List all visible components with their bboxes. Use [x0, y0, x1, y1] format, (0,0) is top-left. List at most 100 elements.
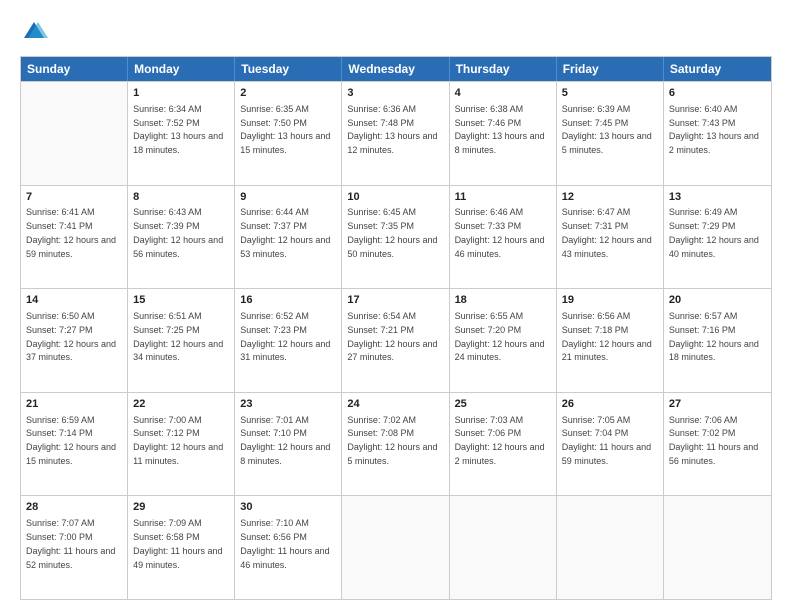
calendar-cell: 20 Sunrise: 6:57 AM Sunset: 7:16 PM Dayli…: [664, 289, 771, 392]
day-number: 2: [240, 86, 336, 101]
calendar-cell: [342, 496, 449, 599]
day-info: Sunrise: 6:57 AM Sunset: 7:16 PM Dayligh…: [669, 311, 759, 362]
day-info: Sunrise: 6:55 AM Sunset: 7:20 PM Dayligh…: [455, 311, 545, 362]
logo: [20, 18, 52, 46]
day-number: 9: [240, 190, 336, 205]
calendar-cell: 14 Sunrise: 6:50 AM Sunset: 7:27 PM Dayli…: [21, 289, 128, 392]
calendar-week: 28 Sunrise: 7:07 AM Sunset: 7:00 PM Dayli…: [21, 495, 771, 599]
day-info: Sunrise: 6:40 AM Sunset: 7:43 PM Dayligh…: [669, 104, 759, 155]
day-number: 3: [347, 86, 443, 101]
calendar-cell: 12 Sunrise: 6:47 AM Sunset: 7:31 PM Dayli…: [557, 186, 664, 289]
header-day: Friday: [557, 57, 664, 81]
calendar-cell: 5Sunrise: 6:39 AM Sunset: 7:45 PM Daylig…: [557, 82, 664, 185]
calendar-cell: [450, 496, 557, 599]
day-number: 29: [133, 500, 229, 515]
calendar-cell: 29Sunrise: 7:09 AM Sunset: 6:58 PM Dayli…: [128, 496, 235, 599]
page: SundayMondayTuesdayWednesdayThursdayFrid…: [0, 0, 792, 612]
day-number: 22: [133, 397, 229, 412]
header-day: Sunday: [21, 57, 128, 81]
calendar-cell: 13 Sunrise: 6:49 AM Sunset: 7:29 PM Dayli…: [664, 186, 771, 289]
header-day: Saturday: [664, 57, 771, 81]
day-info: Sunrise: 6:36 AM Sunset: 7:48 PM Dayligh…: [347, 104, 437, 155]
day-number: 23: [240, 397, 336, 412]
day-number: 12: [562, 190, 658, 205]
day-info: Sunrise: 7:02 AM Sunset: 7:08 PM Dayligh…: [347, 415, 437, 466]
calendar-cell: 19 Sunrise: 6:56 AM Sunset: 7:18 PM Dayli…: [557, 289, 664, 392]
calendar-week: 7 Sunrise: 6:41 AM Sunset: 7:41 PM Daylig…: [21, 185, 771, 289]
logo-icon: [20, 18, 48, 46]
calendar-cell: 23 Sunrise: 7:01 AM Sunset: 7:10 PM Dayli…: [235, 393, 342, 496]
calendar-cell: 4 Sunrise: 6:38 AM Sunset: 7:46 PM Daylig…: [450, 82, 557, 185]
calendar-week: 1 Sunrise: 6:34 AM Sunset: 7:52 PM Daylig…: [21, 81, 771, 185]
calendar-cell: 9 Sunrise: 6:44 AM Sunset: 7:37 PM Daylig…: [235, 186, 342, 289]
day-number: 14: [26, 293, 122, 308]
calendar-cell: 7 Sunrise: 6:41 AM Sunset: 7:41 PM Daylig…: [21, 186, 128, 289]
calendar-cell: 17 Sunrise: 6:54 AM Sunset: 7:21 PM Dayli…: [342, 289, 449, 392]
calendar-week: 14 Sunrise: 6:50 AM Sunset: 7:27 PM Dayli…: [21, 288, 771, 392]
day-number: 13: [669, 190, 766, 205]
calendar-cell: 8 Sunrise: 6:43 AM Sunset: 7:39 PM Daylig…: [128, 186, 235, 289]
calendar-body: 1 Sunrise: 6:34 AM Sunset: 7:52 PM Daylig…: [21, 81, 771, 599]
day-number: 16: [240, 293, 336, 308]
day-info: Sunrise: 6:44 AM Sunset: 7:37 PM Dayligh…: [240, 207, 330, 258]
header-day: Tuesday: [235, 57, 342, 81]
calendar-cell: 10Sunrise: 6:45 AM Sunset: 7:35 PM Dayli…: [342, 186, 449, 289]
day-info: Sunrise: 7:05 AM Sunset: 7:04 PM Dayligh…: [562, 415, 651, 466]
day-info: Sunrise: 7:07 AM Sunset: 7:00 PM Dayligh…: [26, 518, 115, 569]
day-number: 17: [347, 293, 443, 308]
calendar-cell: 11 Sunrise: 6:46 AM Sunset: 7:33 PM Dayli…: [450, 186, 557, 289]
day-number: 20: [669, 293, 766, 308]
calendar-cell: [557, 496, 664, 599]
day-info: Sunrise: 6:43 AM Sunset: 7:39 PM Dayligh…: [133, 207, 223, 258]
header-day: Thursday: [450, 57, 557, 81]
day-info: Sunrise: 6:39 AM Sunset: 7:45 PM Dayligh…: [562, 104, 652, 155]
header-day: Wednesday: [342, 57, 449, 81]
calendar-cell: 22 Sunrise: 7:00 AM Sunset: 7:12 PM Dayli…: [128, 393, 235, 496]
calendar-cell: 18Sunrise: 6:55 AM Sunset: 7:20 PM Dayli…: [450, 289, 557, 392]
calendar-cell: 3 Sunrise: 6:36 AM Sunset: 7:48 PM Daylig…: [342, 82, 449, 185]
day-number: 1: [133, 86, 229, 101]
day-number: 11: [455, 190, 551, 205]
day-number: 19: [562, 293, 658, 308]
day-info: Sunrise: 6:49 AM Sunset: 7:29 PM Dayligh…: [669, 207, 759, 258]
calendar-cell: [21, 82, 128, 185]
calendar-cell: 24 Sunrise: 7:02 AM Sunset: 7:08 PM Dayli…: [342, 393, 449, 496]
day-info: Sunrise: 6:34 AM Sunset: 7:52 PM Dayligh…: [133, 104, 223, 155]
day-info: Sunrise: 6:45 AM Sunset: 7:35 PM Dayligh…: [347, 207, 437, 258]
header: [20, 18, 772, 46]
day-info: Sunrise: 6:35 AM Sunset: 7:50 PM Dayligh…: [240, 104, 330, 155]
day-number: 24: [347, 397, 443, 412]
day-number: 4: [455, 86, 551, 101]
day-info: Sunrise: 6:51 AM Sunset: 7:25 PM Dayligh…: [133, 311, 223, 362]
day-info: Sunrise: 6:56 AM Sunset: 7:18 PM Dayligh…: [562, 311, 652, 362]
day-info: Sunrise: 6:46 AM Sunset: 7:33 PM Dayligh…: [455, 207, 545, 258]
day-info: Sunrise: 6:47 AM Sunset: 7:31 PM Dayligh…: [562, 207, 652, 258]
day-number: 26: [562, 397, 658, 412]
calendar: SundayMondayTuesdayWednesdayThursdayFrid…: [20, 56, 772, 600]
calendar-cell: 25 Sunrise: 7:03 AM Sunset: 7:06 PM Dayli…: [450, 393, 557, 496]
day-number: 28: [26, 500, 122, 515]
calendar-cell: 2 Sunrise: 6:35 AM Sunset: 7:50 PM Daylig…: [235, 82, 342, 185]
day-info: Sunrise: 6:41 AM Sunset: 7:41 PM Dayligh…: [26, 207, 116, 258]
day-info: Sunrise: 6:38 AM Sunset: 7:46 PM Dayligh…: [455, 104, 545, 155]
day-number: 21: [26, 397, 122, 412]
day-info: Sunrise: 7:01 AM Sunset: 7:10 PM Dayligh…: [240, 415, 330, 466]
day-info: Sunrise: 7:06 AM Sunset: 7:02 PM Dayligh…: [669, 415, 758, 466]
day-info: Sunrise: 7:00 AM Sunset: 7:12 PM Dayligh…: [133, 415, 223, 466]
calendar-cell: 1 Sunrise: 6:34 AM Sunset: 7:52 PM Daylig…: [128, 82, 235, 185]
calendar-cell: 26 Sunrise: 7:05 AM Sunset: 7:04 PM Dayli…: [557, 393, 664, 496]
day-number: 25: [455, 397, 551, 412]
calendar-cell: 15Sunrise: 6:51 AM Sunset: 7:25 PM Dayli…: [128, 289, 235, 392]
day-info: Sunrise: 7:03 AM Sunset: 7:06 PM Dayligh…: [455, 415, 545, 466]
day-info: Sunrise: 6:52 AM Sunset: 7:23 PM Dayligh…: [240, 311, 330, 362]
day-number: 6: [669, 86, 766, 101]
day-number: 8: [133, 190, 229, 205]
day-info: Sunrise: 7:10 AM Sunset: 6:56 PM Dayligh…: [240, 518, 329, 569]
calendar-cell: 21Sunrise: 6:59 AM Sunset: 7:14 PM Dayli…: [21, 393, 128, 496]
day-number: 27: [669, 397, 766, 412]
calendar-header: SundayMondayTuesdayWednesdayThursdayFrid…: [21, 57, 771, 81]
calendar-cell: 6 Sunrise: 6:40 AM Sunset: 7:43 PM Daylig…: [664, 82, 771, 185]
day-number: 7: [26, 190, 122, 205]
day-info: Sunrise: 6:50 AM Sunset: 7:27 PM Dayligh…: [26, 311, 116, 362]
day-info: Sunrise: 6:54 AM Sunset: 7:21 PM Dayligh…: [347, 311, 437, 362]
